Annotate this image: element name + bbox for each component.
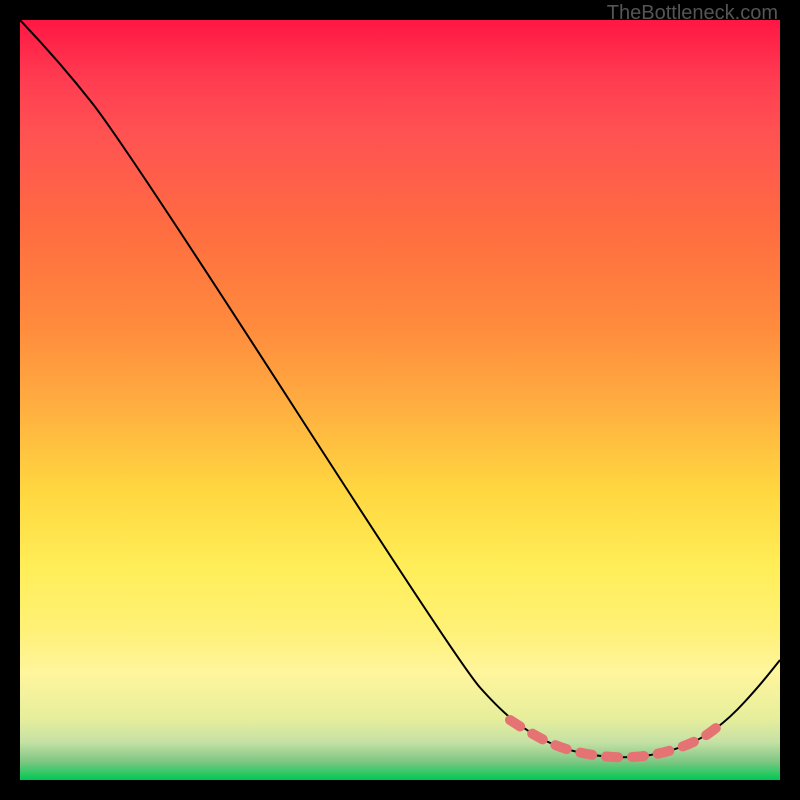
bottleneck-curve-path — [20, 20, 780, 757]
plot-area — [20, 20, 780, 780]
chart-svg — [20, 20, 780, 780]
watermark-text: TheBottleneck.com — [607, 2, 778, 25]
optimal-zone-dotted — [510, 720, 720, 757]
